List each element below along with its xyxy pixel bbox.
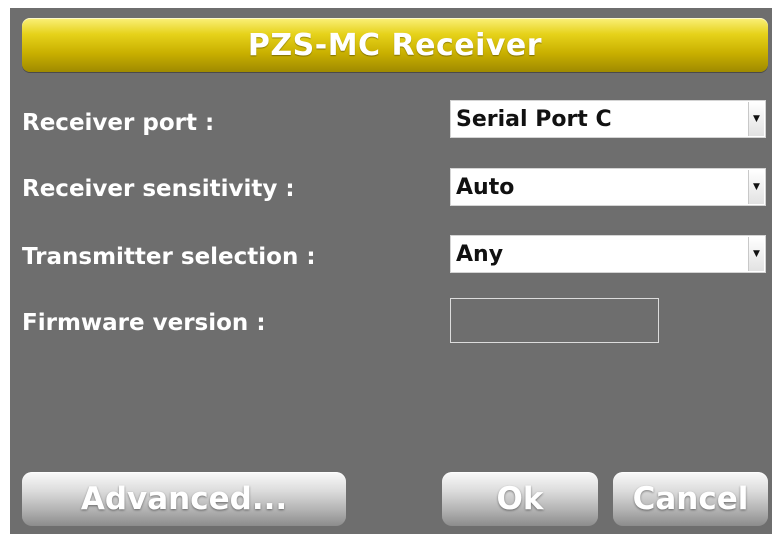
transmitter-selection-label: Transmitter selection : (22, 244, 316, 270)
receiver-dialog: PZS-MC Receiver Receiver port : Serial P… (10, 8, 772, 534)
cancel-button[interactable]: Cancel (613, 472, 768, 526)
receiver-sensitivity-select[interactable]: Auto ▼ (450, 168, 766, 206)
receiver-sensitivity-label: Receiver sensitivity : (22, 176, 295, 202)
ok-button[interactable]: Ok (442, 472, 598, 526)
advanced-button[interactable]: Advanced... (22, 472, 346, 526)
receiver-sensitivity-value: Auto (456, 175, 515, 200)
firmware-version-label: Firmware version : (22, 310, 266, 336)
transmitter-selection-select[interactable]: Any ▼ (450, 235, 766, 273)
dropdown-arrow-icon[interactable]: ▼ (748, 170, 764, 204)
title-bar: PZS-MC Receiver (22, 18, 768, 72)
receiver-port-select[interactable]: Serial Port C ▼ (450, 100, 766, 138)
receiver-port-label: Receiver port : (22, 110, 215, 136)
dropdown-arrow-icon[interactable]: ▼ (748, 102, 764, 136)
transmitter-selection-value: Any (456, 242, 504, 267)
dialog-title: PZS-MC Receiver (247, 27, 543, 63)
firmware-version-field (450, 298, 659, 343)
receiver-port-value: Serial Port C (456, 107, 612, 132)
dropdown-arrow-icon[interactable]: ▼ (748, 237, 764, 271)
